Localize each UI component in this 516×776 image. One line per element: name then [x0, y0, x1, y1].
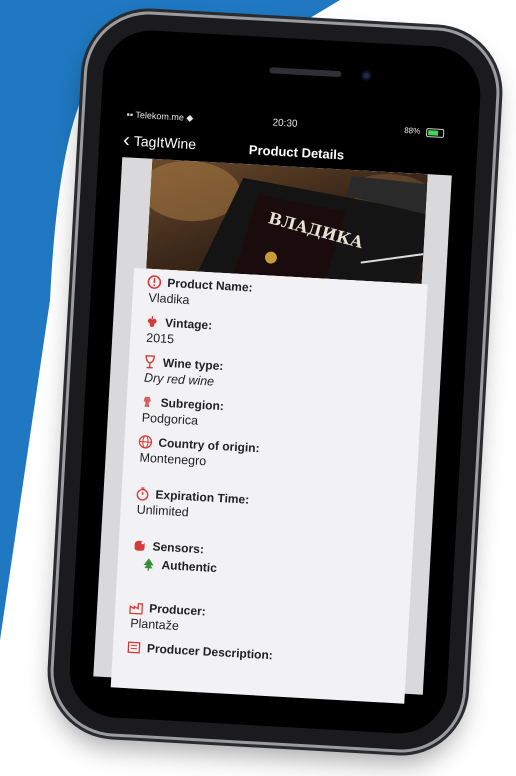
field-producer: Producer: Plantaže — [128, 600, 206, 634]
tree-icon — [143, 558, 154, 571]
field-product-name: Product Name: Vladika — [146, 275, 253, 311]
factory-icon — [129, 603, 144, 615]
field-label: Producer: — [148, 601, 207, 619]
field-country: Country of origin: Montenegro — [137, 434, 260, 471]
field-value: 2015 — [145, 330, 175, 347]
wine-glass-icon — [145, 355, 155, 369]
field-label: Wine type: — [162, 355, 224, 374]
field-sensors: Sensors: Authentic — [131, 538, 218, 575]
field-label: Sensors: — [152, 539, 205, 557]
wifi-icon: ◆ — [186, 112, 194, 124]
product-details-content[interactable]: ВЛАДИКА Product Name: Vladika Vintage: 2… — [93, 157, 452, 704]
speaker-grille — [269, 67, 342, 78]
field-expiration: Expiration Time: Unlimited — [134, 486, 250, 522]
phone-mockup: ▪▪ Telekom.me ◆ 20:30 88% ‹ TagItWine Pr… — [50, 11, 500, 753]
status-time: 20:30 — [272, 117, 298, 130]
grapes-icon — [147, 316, 157, 328]
phone-frame: ▪▪ Telekom.me ◆ 20:30 88% ‹ TagItWine Pr… — [50, 11, 500, 753]
field-producer-description: Producer Description: — [127, 640, 274, 663]
field-value: Dry red wine — [143, 370, 215, 389]
battery-percent: 88% — [403, 125, 421, 136]
info-icon — [147, 275, 162, 289]
field-label: Subregion: — [160, 395, 225, 414]
sensor-icon — [134, 540, 145, 551]
signal-icon: ▪▪ — [126, 109, 134, 120]
back-button[interactable]: ‹ TagItWine — [122, 129, 197, 153]
details-card: Product Name: Vladika Vintage: 2015 Wine… — [110, 267, 428, 704]
field-vintage: Vintage: 2015 — [144, 315, 213, 349]
page-title: Product Details — [248, 142, 345, 163]
timer-icon — [136, 487, 149, 501]
field-value: Plantaže — [129, 616, 180, 634]
battery-icon — [425, 128, 445, 139]
front-camera — [360, 70, 372, 81]
phone-screen: ▪▪ Telekom.me ◆ 20:30 88% ‹ TagItWine Pr… — [67, 27, 483, 737]
field-label: Producer Description: — [146, 641, 274, 663]
field-subregion: Subregion: Podgorica — [139, 395, 224, 430]
carrier-label: ▪▪ Telekom.me ◆ — [126, 109, 194, 124]
field-label: Vintage: — [164, 315, 213, 333]
chevron-left-icon: ‹ — [122, 129, 131, 152]
field-value: Podgorica — [141, 410, 199, 428]
authentic-status: Authentic — [131, 556, 217, 575]
description-icon — [127, 641, 141, 654]
wine-bottle-image: ВЛАДИКА — [146, 158, 428, 285]
region-icon — [143, 396, 151, 408]
field-wine-type: Wine type: Dry red wine — [142, 355, 224, 389]
globe-icon — [138, 435, 153, 449]
